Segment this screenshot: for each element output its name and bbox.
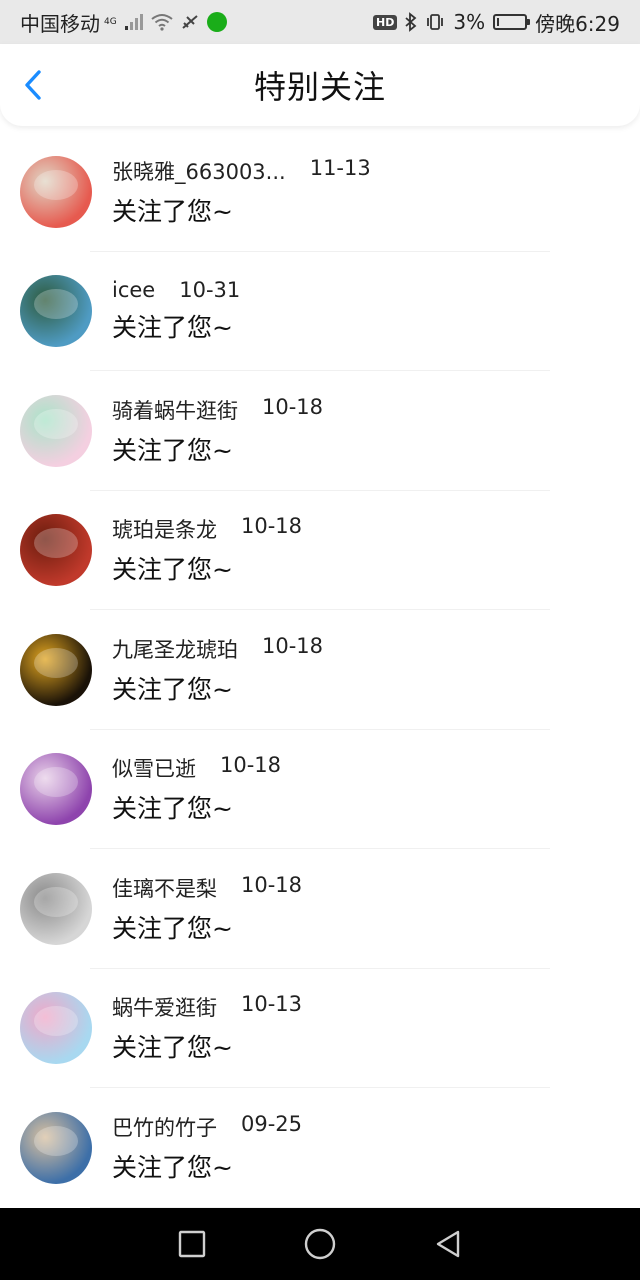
battery-percent: 3% <box>453 10 486 34</box>
list-item-text: icee 10-31 关注了您~ <box>112 278 240 344</box>
chevron-left-icon <box>25 70 41 100</box>
follow-message: 关注了您~ <box>112 1152 233 1182</box>
follow-date: 11-13 <box>309 155 371 180</box>
follow-date: 10-31 <box>179 278 241 303</box>
square-recent-apps-icon <box>178 1230 206 1258</box>
avatar[interactable] <box>20 155 92 228</box>
list-item-header: icee 10-31 <box>112 278 240 302</box>
vibrate-icon <box>427 14 444 30</box>
list-item[interactable]: 巴竹的竹子 09-25 关注了您~ <box>0 1088 640 1208</box>
airplane-icon <box>182 15 198 29</box>
list-item[interactable]: 佳璃不是梨 10-18 关注了您~ <box>0 849 640 969</box>
avatar[interactable] <box>20 753 92 826</box>
list-item[interactable]: 琥珀是条龙 10-18 关注了您~ <box>0 491 640 611</box>
list-item[interactable]: 蜗牛爱逛街 10-13 关注了您~ <box>0 969 640 1089</box>
home-button[interactable] <box>300 1224 340 1264</box>
bluetooth-icon <box>405 12 417 32</box>
avatar[interactable] <box>20 633 92 706</box>
follow-message: 关注了您~ <box>112 1033 233 1063</box>
clock: 傍晚6:29 <box>535 11 620 36</box>
user-name: 似雪已逝 <box>112 757 196 782</box>
list-item-header: 骑着蜗牛逛街 10-18 <box>112 395 323 425</box>
user-name: 张晓雅_663003... <box>112 159 286 184</box>
network-type: 4G <box>104 17 117 27</box>
user-name: 佳璃不是梨 <box>112 876 217 901</box>
list-item-header: 九尾圣龙琥珀 10-18 <box>112 634 323 664</box>
avatar[interactable] <box>20 1111 92 1184</box>
avatar[interactable] <box>20 992 92 1065</box>
list-item[interactable]: icee 10-31 关注了您~ <box>0 252 640 372</box>
list-item-header: 张晓雅_663003... 11-13 <box>112 156 371 186</box>
list-item-header: 似雪已逝 10-18 <box>112 753 281 783</box>
user-name: 琥珀是条龙 <box>112 518 217 543</box>
status-bar-left: 中国移动 4G <box>20 8 227 37</box>
list-item-text: 骑着蜗牛逛街 10-18 关注了您~ <box>112 395 323 467</box>
follow-message: 关注了您~ <box>112 313 233 343</box>
battery-icon <box>493 14 531 30</box>
user-name: 九尾圣龙琥珀 <box>112 637 238 662</box>
list-item-header: 巴竹的竹子 09-25 <box>112 1112 302 1142</box>
list-item-text: 巴竹的竹子 09-25 关注了您~ <box>112 1112 302 1184</box>
list-item-header: 琥珀是条龙 10-18 <box>112 514 302 544</box>
follow-date: 10-18 <box>220 753 282 778</box>
user-name: 蜗牛爱逛街 <box>112 996 217 1021</box>
list-item-text: 佳璃不是梨 10-18 关注了您~ <box>112 873 302 945</box>
circle-home-icon <box>304 1228 336 1260</box>
follow-message: 关注了您~ <box>112 913 233 943</box>
follow-date: 10-18 <box>262 394 324 419</box>
follow-date: 10-18 <box>241 514 303 539</box>
list-item-text: 似雪已逝 10-18 关注了您~ <box>112 753 281 825</box>
special-follow-list: 张晓雅_663003... 11-13 关注了您~ icee 10-31 关注了您~ 骑着蜗… <box>0 132 640 1208</box>
follow-date: 10-18 <box>241 872 303 897</box>
list-item[interactable]: 张晓雅_663003... 11-13 关注了您~ <box>0 132 640 252</box>
follow-message: 关注了您~ <box>112 794 233 824</box>
user-name: icee <box>112 278 156 303</box>
triangle-back-icon <box>436 1230 460 1258</box>
list-item-header: 蜗牛爱逛街 10-13 <box>112 992 302 1022</box>
follow-date: 10-13 <box>241 992 303 1017</box>
list-item[interactable]: 九尾圣龙琥珀 10-18 关注了您~ <box>0 610 640 730</box>
follow-date: 10-18 <box>262 633 324 658</box>
avatar[interactable] <box>20 275 92 348</box>
user-name: 巴竹的竹子 <box>112 1115 217 1140</box>
follow-date: 09-25 <box>241 1111 303 1136</box>
list-item-text: 琥珀是条龙 10-18 关注了您~ <box>112 514 302 586</box>
list-item-header: 佳璃不是梨 10-18 <box>112 873 302 903</box>
status-bar-right: HD 3% 傍晚6:29 <box>373 8 620 37</box>
list-item-text: 蜗牛爱逛街 10-13 关注了您~ <box>112 992 302 1064</box>
signal-icon <box>124 14 143 30</box>
list-item-text: 张晓雅_663003... 11-13 关注了您~ <box>112 156 371 228</box>
list-item[interactable]: 骑着蜗牛逛街 10-18 关注了您~ <box>0 371 640 491</box>
back-button[interactable] <box>18 70 48 100</box>
recent-apps-button[interactable] <box>172 1224 212 1264</box>
wechat-notification-icon <box>206 12 227 32</box>
avatar[interactable] <box>20 872 92 945</box>
wifi-icon <box>151 14 173 31</box>
follow-message: 关注了您~ <box>112 555 233 585</box>
app-header: 特别关注 <box>0 44 640 126</box>
status-bar: 中国移动 4G HD 3% 傍晚6:29 <box>0 0 640 44</box>
system-navigation-bar <box>0 1208 640 1280</box>
follow-message: 关注了您~ <box>112 196 233 226</box>
list-item[interactable]: 似雪已逝 10-18 关注了您~ <box>0 730 640 850</box>
follow-message: 关注了您~ <box>112 674 233 704</box>
nav-back-button[interactable] <box>428 1224 468 1264</box>
avatar[interactable] <box>20 394 92 467</box>
user-name: 骑着蜗牛逛街 <box>112 398 238 423</box>
follow-message: 关注了您~ <box>112 435 233 465</box>
list-item-text: 九尾圣龙琥珀 10-18 关注了您~ <box>112 634 323 706</box>
page-title: 特别关注 <box>253 68 386 106</box>
hd-icon: HD <box>373 14 398 30</box>
avatar[interactable] <box>20 514 92 587</box>
carrier-name: 中国移动 <box>20 11 100 36</box>
